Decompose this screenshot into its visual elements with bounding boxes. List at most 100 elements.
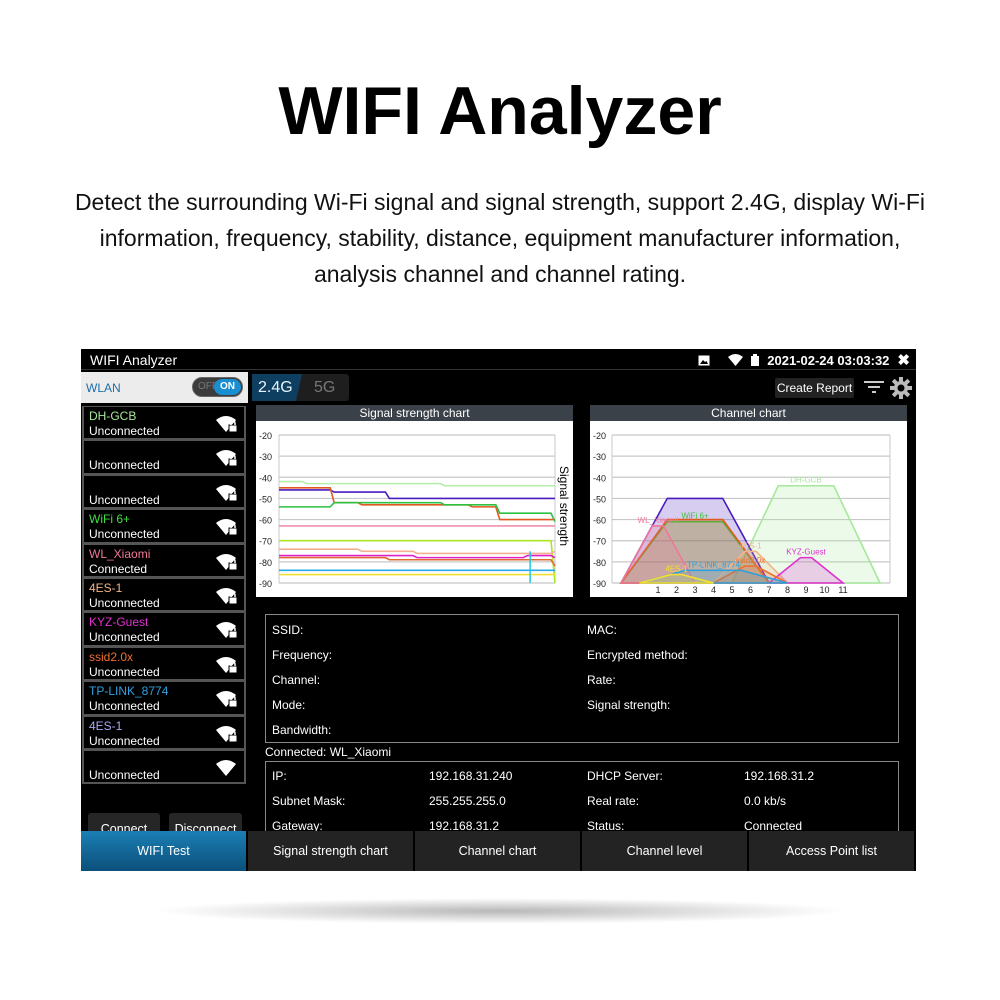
subnet-mask-value: 255.255.255.0 [429,794,506,808]
channel-series-label: DH-GCB [790,476,822,485]
network-ssid: 4ES-1 [89,580,123,595]
network-list-item[interactable]: Unconnected [82,749,246,785]
network-ssid: WL_Xiaomi [89,546,151,561]
network-list-item[interactable]: Unconnected [82,440,246,475]
network-ssid: WiFi 6+ [89,512,131,527]
network-list-item[interactable]: WiFi 6+ Unconnected [82,509,246,544]
y-tick-label: -50 [259,494,272,504]
toggle-on-label: ON [214,379,241,395]
dhcp-label: DHCP Server: [587,769,663,783]
network-status: Unconnected [89,699,160,714]
page-title: WIFI Analyzer [278,73,722,149]
network-list-item[interactable]: WL_Xiaomi Connected [82,543,246,578]
network-list-item[interactable]: ssid2.0x Unconnected [82,646,246,682]
ip-value: 192.168.31.240 [429,769,513,783]
chart-title: Signal strength chart [256,405,573,421]
channel-series-label: TP-LINK_8774 [687,560,740,569]
tab-2-4g[interactable]: 2.4G [252,374,302,401]
network-list-item[interactable]: Unconnected [82,474,246,510]
x-tick-label: 5 [729,585,734,595]
subnet-mask-label: Subnet Mask: [272,794,346,808]
encrypted-method-label: Encrypted method: [587,648,688,662]
network-ssid: KYZ-Guest [89,615,149,630]
y-tick-label: -30 [259,452,272,462]
y-tick-label: -60 [259,516,272,526]
network-status: Unconnected [89,630,160,645]
frequency-label: Frequency: [272,648,333,662]
x-tick-label: 8 [785,585,790,595]
signal-series-line [279,480,555,487]
network-ssid: 4ES-1 [89,718,123,733]
x-tick-label: 6 [748,585,753,595]
channel-series-label: 4ES-1 [665,565,688,574]
network-list-item[interactable]: 4ES-1 Unconnected [82,577,246,613]
network-status: Unconnected [89,492,160,507]
gear-icon[interactable] [890,377,912,399]
x-tick-label: 11 [838,585,847,595]
tab-5g[interactable]: 5G [314,374,335,401]
nav-channel-chart[interactable]: Channel chart [415,831,582,871]
channel-plot: -20-30-40-50-60-70-80-90DH-GCBWiFi 6+WL_… [593,431,891,595]
wlan-label: WLAN [86,381,121,395]
wifi-icon [728,354,744,366]
connected-label: Connected: WL_Xiaomi [265,745,392,759]
wifi-lock-icon [216,553,238,571]
y-axis-label: Signal strength [557,466,571,546]
channel-series-label: 4ES-1 [739,541,762,550]
x-tick-label: 2 [674,585,679,595]
y-tick-label: -90 [259,579,272,589]
mode-label: Mode: [272,698,306,712]
network-details-box: SSID: Frequency: Channel: Mode: Bandwidt… [265,614,899,743]
network-list-item[interactable]: 4ES-1 Unconnected [82,715,246,750]
signal-strength-chart: Signal strength chart -20 -30 -40 -50 -60 -70… [256,405,573,597]
page-description: Detect the surrounding Wi-Fi signal and … [74,189,926,287]
network-ssid: ssid2.0x [89,649,134,664]
network-status: Connected [89,561,148,576]
network-status: Unconnected [89,767,160,782]
nav-access-point-list[interactable]: Access Point list [749,831,916,871]
network-list-item[interactable]: TP-LINK_8774 Unconnected [82,681,246,716]
network-sidebar: WLAN OFF ON DH-GCB Unconnected Unconnect… [81,372,248,846]
network-status: Unconnected [89,733,160,748]
close-icon[interactable]: ✖ [897,351,910,369]
network-list-item[interactable]: DH-GCB Unconnected [82,406,246,441]
x-tick-label: 10 [819,585,829,595]
y-tick-label: -40 [593,473,606,483]
y-tick-label: -80 [259,558,272,568]
device-shadow [150,898,850,924]
y-tick-label: -60 [593,516,606,526]
wifi-lock-icon [216,587,238,605]
rate-label: Rate: [587,673,616,687]
y-tick-label: -20 [259,431,272,441]
y-tick-label: -50 [593,494,606,504]
nav-wifi-test[interactable]: WIFI Test [81,831,248,871]
x-tick-label: 7 [766,585,771,595]
real-rate-label: Real rate: [587,794,640,808]
wifi-lock-icon [216,450,238,467]
network-status: Unconnected [89,664,160,679]
wifi-lock-icon [216,725,238,743]
wifi-lock-icon [216,656,238,674]
nav-signal-strength-chart[interactable]: Signal strength chart [248,831,415,871]
bandwidth-label: Bandwidth: [272,723,332,737]
datetime: 2021-02-24 03:03:32 [767,352,890,368]
band-tabs: 2.4G 5G [252,374,349,401]
network-list-item[interactable]: KYZ-Guest Unconnected [82,612,246,647]
channel-chart: Channel chart -20 -30 -40 -50 -60 -70 -80 -90 DH… [590,405,907,597]
x-tick-label: 9 [803,585,808,595]
wlan-toggle[interactable]: OFF ON [192,377,243,397]
y-tick-label: -70 [593,537,606,547]
x-tick-label: 1 [655,585,660,595]
channel-series-label: WL_Xiaomi [638,516,679,525]
channel-label: Channel: [272,673,321,687]
filter-icon[interactable] [864,379,884,395]
battery-icon [751,354,760,366]
wifi-lock-icon [216,519,238,536]
wifi-icon [216,759,236,776]
wifi-lock-icon [216,484,238,502]
wifi-lock-icon [216,416,238,433]
nav-channel-level[interactable]: Channel level [582,831,749,871]
create-report-button[interactable]: Create Report [775,378,854,398]
signal-series-line [279,489,555,500]
image-icon [698,355,710,365]
